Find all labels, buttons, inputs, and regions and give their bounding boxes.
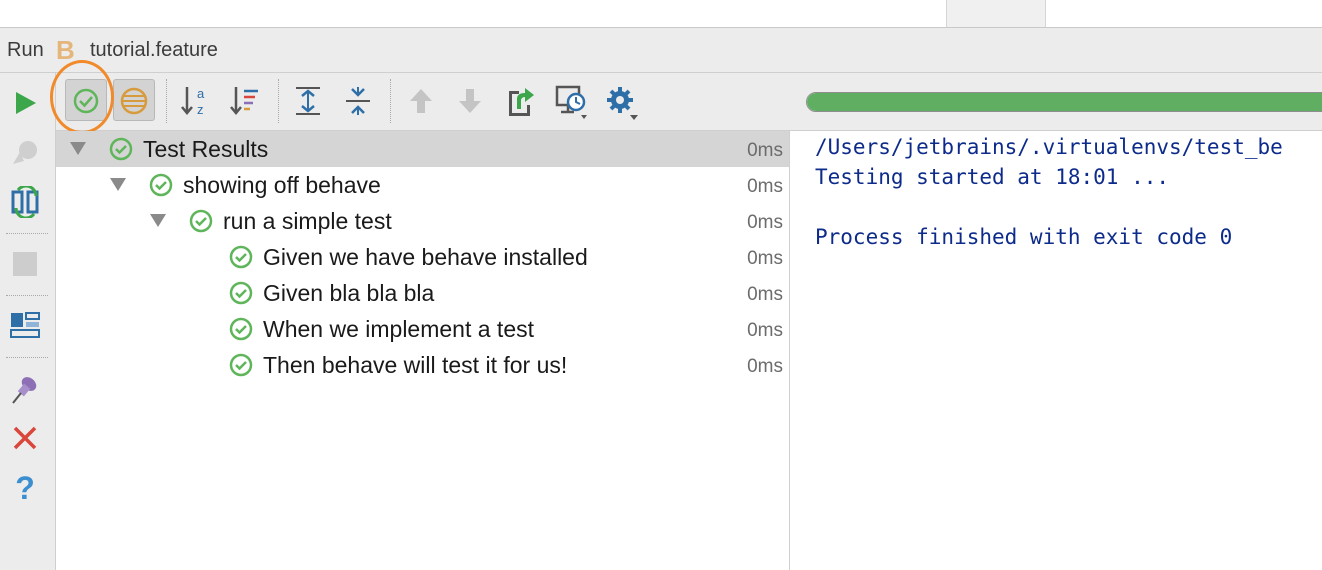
console-line: Process finished with exit code 0 bbox=[815, 225, 1233, 249]
run-icon[interactable] bbox=[12, 90, 38, 116]
duration: 0ms bbox=[747, 320, 783, 341]
close-icon[interactable] bbox=[12, 425, 38, 451]
test-progress-bar bbox=[806, 92, 1322, 112]
expand-arrow-icon[interactable] bbox=[150, 214, 166, 227]
tree-row-feature[interactable]: showing off behave 0ms bbox=[56, 167, 789, 203]
test-runner-toolbar: a z bbox=[56, 73, 1322, 131]
tree-row-label: Then behave will test it for us! bbox=[263, 352, 568, 378]
help-icon[interactable]: ? bbox=[12, 471, 38, 505]
passed-icon bbox=[229, 317, 253, 341]
console-line: Testing started at 18:01 ... bbox=[815, 165, 1170, 189]
progress-fill bbox=[807, 93, 1322, 111]
layout-icon[interactable] bbox=[10, 311, 40, 339]
settings-icon[interactable] bbox=[606, 85, 640, 121]
passed-icon bbox=[109, 137, 133, 161]
show-passed-icon[interactable] bbox=[72, 87, 100, 115]
tree-row-label: Given bla bla bla bbox=[263, 280, 435, 306]
duration: 0ms bbox=[747, 212, 783, 233]
run-panel-header: Run B tutorial.feature bbox=[0, 28, 1322, 73]
tree-row-step[interactable]: Given we have behave installed 0ms bbox=[56, 239, 789, 275]
rerun-failed-icon[interactable] bbox=[10, 186, 42, 218]
tree-row-step[interactable]: Given bla bla bla 0ms bbox=[56, 275, 789, 311]
tree-row-root[interactable]: Test Results 0ms bbox=[56, 131, 789, 167]
history-icon[interactable] bbox=[554, 83, 590, 121]
duration: 0ms bbox=[747, 140, 783, 161]
separator bbox=[6, 233, 48, 234]
run-left-toolbar: ? bbox=[0, 73, 56, 570]
duration: 0ms bbox=[747, 248, 783, 269]
previous-failed-icon[interactable] bbox=[408, 87, 434, 115]
expand-arrow-icon[interactable] bbox=[70, 142, 86, 155]
tree-row-label: Test Results bbox=[143, 136, 269, 162]
behave-file-icon: B bbox=[56, 35, 75, 65]
run-config-name[interactable]: tutorial.feature bbox=[90, 39, 218, 62]
passed-icon bbox=[229, 245, 253, 269]
tree-row-step[interactable]: Then behave will test it for us! 0ms bbox=[56, 347, 789, 383]
panel-label: Run bbox=[7, 39, 44, 61]
passed-icon bbox=[189, 209, 213, 233]
tree-row-scenario[interactable]: run a simple test 0ms bbox=[56, 203, 789, 239]
svg-text:a: a bbox=[197, 86, 205, 101]
stop-icon[interactable] bbox=[12, 251, 38, 277]
console-output[interactable]: /Users/jetbrains/.virtualenvs/test_be Te… bbox=[790, 131, 1322, 570]
separator bbox=[6, 357, 48, 358]
duration: 0ms bbox=[747, 356, 783, 377]
expand-all-icon[interactable] bbox=[294, 85, 322, 117]
test-results-tree: Test Results 0ms showing off behave 0ms … bbox=[56, 131, 790, 570]
export-icon[interactable] bbox=[505, 83, 537, 119]
separator bbox=[390, 79, 391, 123]
debug-icon[interactable] bbox=[10, 137, 40, 167]
duration: 0ms bbox=[747, 284, 783, 305]
collapse-all-icon[interactable] bbox=[344, 85, 372, 117]
editor-tab[interactable] bbox=[946, 0, 1046, 27]
svg-text:z: z bbox=[197, 102, 204, 117]
editor-tab-strip bbox=[0, 0, 1322, 28]
sort-duration-icon[interactable] bbox=[228, 83, 262, 119]
tree-row-step[interactable]: When we implement a test 0ms bbox=[56, 311, 789, 347]
passed-icon bbox=[149, 173, 173, 197]
passed-icon bbox=[229, 353, 253, 377]
tree-row-label: run a simple test bbox=[223, 208, 392, 234]
show-ignored-icon[interactable] bbox=[119, 86, 149, 116]
separator bbox=[278, 79, 279, 123]
next-failed-icon[interactable] bbox=[457, 87, 483, 115]
passed-icon bbox=[229, 281, 253, 305]
tree-row-label: When we implement a test bbox=[263, 316, 535, 342]
console-line: /Users/jetbrains/.virtualenvs/test_be bbox=[815, 135, 1283, 159]
tree-row-label: showing off behave bbox=[183, 172, 381, 198]
duration: 0ms bbox=[747, 176, 783, 197]
separator bbox=[6, 295, 48, 296]
expand-arrow-icon[interactable] bbox=[110, 178, 126, 191]
sort-alpha-icon[interactable]: a z bbox=[179, 83, 213, 119]
separator bbox=[166, 79, 167, 123]
svg-text:?: ? bbox=[15, 471, 35, 505]
pin-icon[interactable] bbox=[10, 373, 40, 405]
tree-row-label: Given we have behave installed bbox=[263, 244, 588, 270]
